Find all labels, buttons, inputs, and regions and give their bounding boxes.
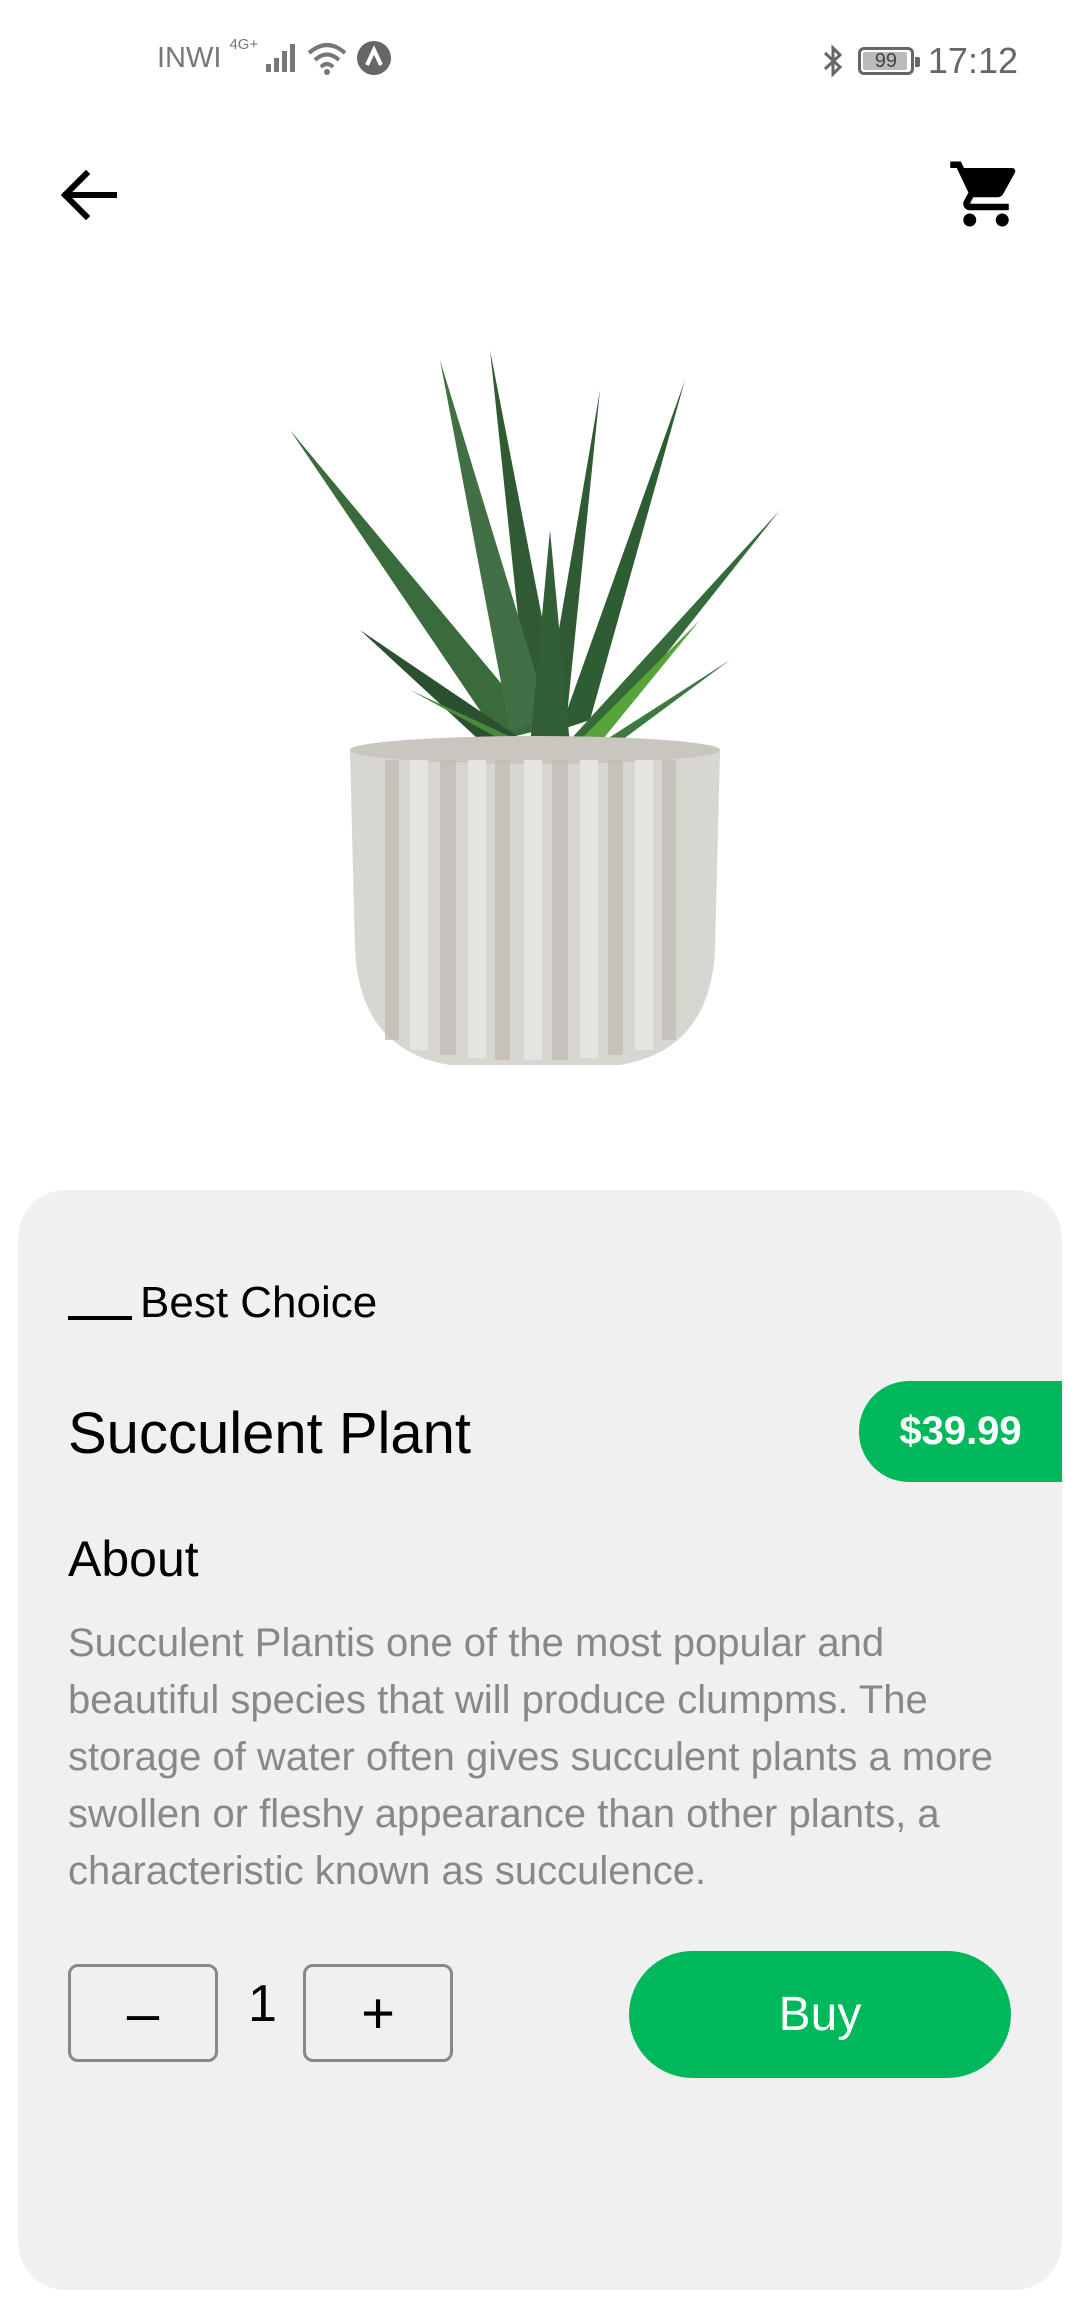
wifi-icon <box>307 43 347 75</box>
best-choice-tag: Best Choice <box>68 1278 377 1328</box>
product-image <box>290 350 780 1065</box>
bluetooth-icon <box>823 44 843 78</box>
status-bar: INWI 4G+ 99 17:12 <box>0 0 1080 120</box>
carrier-label: INWI <box>157 41 222 74</box>
cart-icon[interactable] <box>947 155 1025 233</box>
clock: 17:12 <box>927 40 1018 81</box>
network-type: 4G+ <box>229 35 259 53</box>
about-description: Succulent Plantis one of the most popula… <box>68 1621 993 1893</box>
battery-icon: 99 <box>857 47 920 75</box>
back-arrow-icon[interactable] <box>56 160 126 230</box>
top-app-bar <box>0 140 1080 260</box>
status-bar-left: INWI 4G+ <box>157 36 392 76</box>
quantity-decrease-button[interactable]: – <box>68 1964 218 2062</box>
quantity-value: 1 <box>248 1975 277 2033</box>
signal-icon <box>266 44 296 72</box>
product-details-card: Best Choice Succulent Plant $39.99 About… <box>18 1190 1062 2290</box>
price-badge: $39.99 <box>859 1381 1062 1482</box>
about-heading: About <box>68 1531 199 1587</box>
tag-dash <box>68 1316 132 1320</box>
app-notification-icon <box>357 41 392 75</box>
plant-pot <box>350 736 720 1065</box>
status-bar-right: 99 17:12 <box>822 40 1018 82</box>
quantity-increase-button[interactable]: + <box>303 1964 453 2062</box>
buy-button[interactable]: Buy <box>629 1951 1011 2078</box>
tag-label: Best Choice <box>140 1278 378 1327</box>
product-title: Succulent Plant <box>68 1401 472 1466</box>
battery-level: 99 <box>874 49 898 72</box>
plant-leaves <box>290 350 780 760</box>
